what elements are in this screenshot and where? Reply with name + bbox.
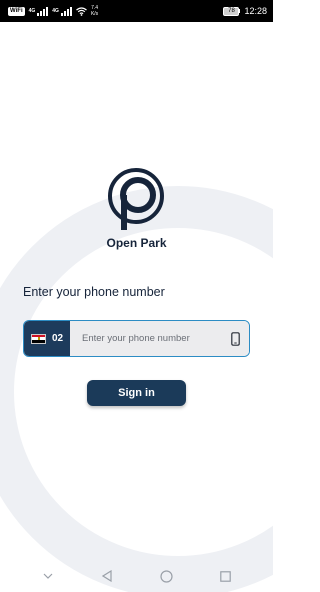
recents-icon[interactable]	[216, 567, 234, 585]
wifi-icon	[76, 6, 87, 16]
battery-level: 78	[223, 6, 240, 16]
home-icon[interactable]	[157, 567, 175, 585]
open-park-logo	[108, 168, 164, 230]
country-code: 02	[51, 333, 64, 344]
network-speed-unit: K/s	[90, 11, 99, 17]
wifi-badge: WiFi	[8, 6, 25, 16]
egypt-flag-icon	[30, 333, 46, 344]
signal-icon	[60, 6, 72, 16]
app-name: Open Park	[106, 236, 167, 250]
phone-prompt-heading: Enter your phone number	[23, 285, 165, 299]
sign-in-button[interactable]: Sign in	[87, 380, 186, 406]
sim2-network-type: 4G	[52, 8, 59, 14]
battery-icon: 78	[223, 6, 241, 16]
phone-input-group: 02	[23, 320, 250, 357]
mobile-phone-icon	[230, 331, 240, 346]
signal-icon	[37, 6, 49, 16]
country-code-selector[interactable]: 02	[24, 321, 70, 356]
status-bar: WiFi 4G 4G 7.4 K/s 78 12:28	[0, 0, 273, 22]
phone-icon-container	[221, 321, 249, 356]
sim1-network-type: 4G	[28, 8, 36, 14]
system-navigation-bar	[0, 560, 273, 592]
back-icon[interactable]	[98, 567, 116, 585]
collapse-icon[interactable]	[39, 567, 57, 585]
network-speed: 7.4 K/s	[91, 5, 98, 17]
phone-number-input[interactable]	[70, 321, 221, 356]
clock: 12:28	[244, 6, 267, 16]
